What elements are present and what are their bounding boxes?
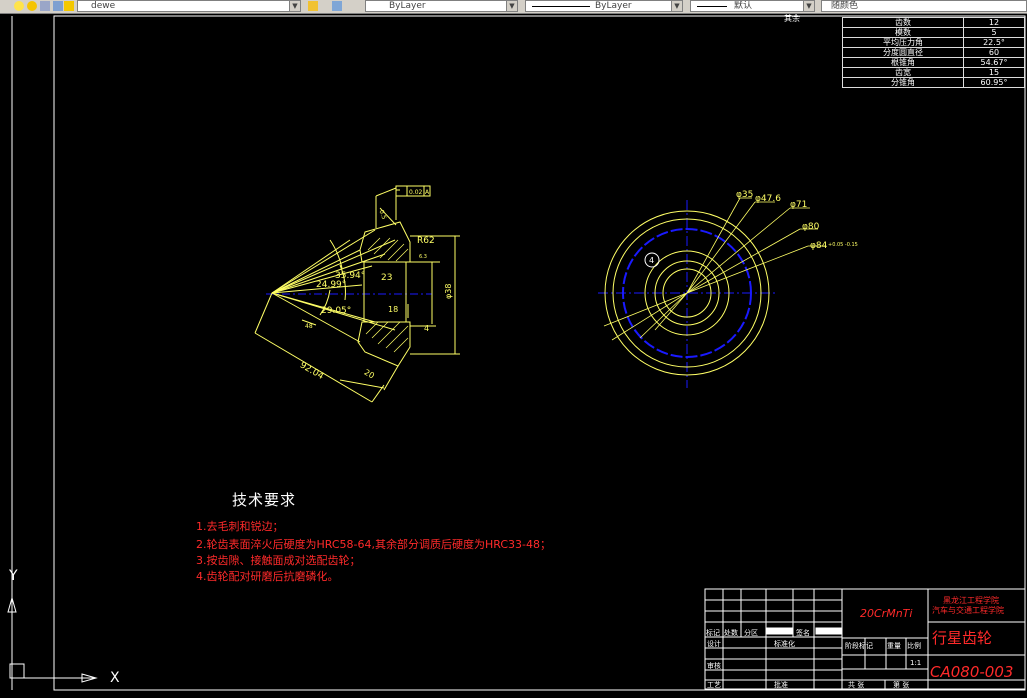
param-row: 分锥角 60.95° — [842, 77, 1025, 88]
dim-48: 48 — [305, 323, 313, 330]
drawing-canvas[interactable]: 其余 0.02 A R62 35.94° 24.99° 29.05° 23 18… — [0, 0, 1027, 698]
tb-label-review: 审核 — [707, 661, 721, 670]
param-row: 根锥角 54.67° — [842, 57, 1025, 68]
ucs-y-label: Y — [8, 568, 18, 584]
tb-label-standard: 标准化 — [774, 639, 795, 648]
param-label: 根锥角 — [842, 57, 964, 68]
param-value: 60 — [963, 47, 1025, 58]
dim-d84: φ84 — [810, 241, 828, 251]
dim-d35: φ35 — [736, 190, 753, 200]
dim-angle-2: 24.99° — [316, 280, 346, 290]
gear-end-view — [598, 197, 826, 388]
bore-outline — [363, 261, 407, 323]
param-label: 模数 — [842, 27, 964, 38]
tb-scale-value: 1:1 — [910, 659, 921, 667]
tol-small: 0.5 — [378, 209, 388, 221]
tb-drawing-no: CA080-003 — [930, 663, 1013, 681]
param-row: 齿数 12 — [842, 17, 1025, 28]
dim-diameter: φ38 — [444, 284, 453, 299]
tb-school-line2: 汽车与交通工程学院 — [932, 605, 1004, 615]
dim-20: 20 — [363, 368, 376, 381]
title-block-texts: 标记 处数 分区 签名 设计 标准化 审核 工艺 批准 阶段标记 重量 比例 1… — [706, 595, 1013, 689]
surface-finish-label: 其余 — [784, 13, 800, 23]
dim-18: 18 — [388, 305, 398, 314]
datum-letter: A — [425, 189, 430, 196]
ucs-icon — [7, 596, 98, 683]
param-label: 分度圆直径 — [842, 47, 964, 58]
tb-label-weight: 重量 — [887, 642, 901, 650]
param-value: 12 — [963, 17, 1025, 28]
tb-label-scale: 比例 — [907, 641, 921, 650]
tb-label-approve: 批准 — [774, 680, 788, 689]
param-row: 分度圆直径 60 — [842, 47, 1025, 58]
tb-total-sheets: 共 张 — [848, 680, 864, 689]
dim-9204: 92.04 — [298, 360, 326, 382]
param-row: 模数 5 — [842, 27, 1025, 38]
tb-part-name: 行星齿轮 — [932, 629, 992, 647]
tb-label-zone: 分区 — [744, 628, 758, 637]
ucs-x-label: X — [110, 670, 120, 686]
param-value: 5 — [963, 27, 1025, 38]
param-value: 54.67° — [963, 57, 1025, 68]
tech-item-2: 2.轮齿表面淬火后硬度为HRC58-64,其余部分调质后硬度为HRC33-48； — [196, 538, 552, 551]
dim-4: 4 — [424, 324, 429, 333]
tb-sheet-no: 第 张 — [893, 680, 909, 689]
param-value: 15 — [963, 67, 1025, 78]
param-label: 齿宽 — [842, 67, 964, 78]
tech-item-4: 4.齿轮配对研磨后抗磨磷化。 — [196, 570, 339, 583]
tb-school-line1: 黑龙江工程学院 — [943, 595, 999, 605]
tb-label-count: 处数 — [724, 628, 738, 637]
param-label: 平均压力角 — [842, 37, 964, 48]
tb-label-mark: 标记 — [706, 628, 720, 637]
label-4: 4 — [649, 256, 654, 265]
dim-angle-3: 29.05° — [321, 306, 351, 316]
dim-d476: φ47.6 — [755, 194, 781, 204]
gear-section-view — [254, 185, 460, 403]
finish-value: 6.3 — [419, 254, 427, 260]
dim-23: 23 — [381, 273, 392, 283]
tech-requirements-title: 技术要求 — [232, 491, 297, 509]
dim-d80: φ80 — [802, 222, 820, 232]
param-row: 齿宽 15 — [842, 67, 1025, 78]
tb-label-sign: 签名 — [796, 628, 810, 637]
tech-item-1: 1.去毛刺和锐边； — [196, 520, 284, 533]
dim-d71: φ71 — [790, 200, 807, 210]
tol-value: 0.02 — [409, 189, 423, 196]
tb-label-process: 工艺 — [707, 681, 721, 689]
param-label: 分锥角 — [842, 77, 964, 88]
tb-label-design: 设计 — [707, 639, 721, 648]
dim-d84-tol: +0.05 -0.15 — [828, 242, 858, 248]
section-hatch — [365, 237, 409, 353]
param-value: 22.5° — [963, 37, 1025, 48]
param-value: 60.95° — [963, 77, 1025, 88]
tech-item-3: 3.按齿隙、接触面成对选配齿轮； — [196, 554, 361, 567]
gear-section-texts: 0.02 A R62 35.94° 24.99° 29.05° 23 18 4 … — [298, 189, 453, 382]
param-row: 平均压力角 22.5° — [842, 37, 1025, 48]
dim-radius: R62 — [417, 236, 435, 246]
gear-body-top — [359, 221, 411, 263]
gear-end-texts: φ35 φ47.6 φ71 φ80 φ84 +0.05 -0.15 4 — [649, 190, 858, 265]
gear-parameters-table: 齿数 12 模数 5 平均压力角 22.5° 分度圆直径 60 根锥角 54.67° 齿宽 15 分锥角… — [842, 17, 1025, 88]
tb-label-stage: 阶段标记 — [845, 641, 873, 650]
tb-material: 20CrMnTi — [860, 607, 912, 620]
param-label: 齿数 — [842, 17, 964, 28]
